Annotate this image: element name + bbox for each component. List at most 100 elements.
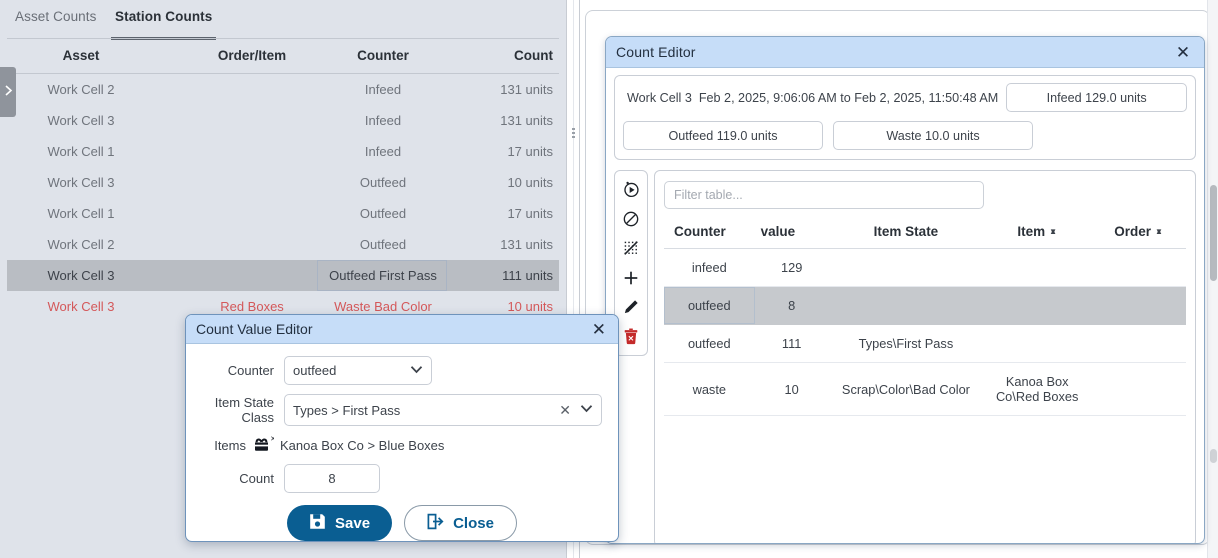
cell-order (1091, 248, 1186, 287)
count-label: Count (239, 471, 274, 486)
table-row-selected[interactable]: outfeed 8 (664, 286, 1186, 325)
table-row[interactable]: Work Cell 3 Outfeed 10 units (7, 167, 559, 198)
summary-asset-range: Work Cell 3 Feb 2, 2025, 9:06:06 AM to F… (623, 91, 998, 105)
cell-value: 129 (754, 248, 829, 287)
infeed-total-button[interactable]: Infeed 129.0 units (1006, 83, 1187, 112)
table-header-row: Asset Order/Item Counter Count (7, 39, 559, 74)
chevron-right-icon (4, 84, 13, 100)
count-editor-body: Work Cell 3 Feb 2, 2025, 9:06:06 AM to F… (606, 68, 1204, 543)
table-row[interactable]: Work Cell 3 Infeed 131 units (7, 105, 559, 136)
clear-icon[interactable]: ✕ (550, 402, 580, 419)
items-remove-icon[interactable]: ✕ (246, 435, 280, 455)
scrollbar-thumb-secondary[interactable] (1210, 449, 1217, 463)
cell-counter: Infeed (364, 113, 402, 128)
cell-count: 111 units (502, 268, 553, 283)
count-value-editor-title: Count Value Editor (196, 321, 313, 337)
save-button-label: Save (335, 514, 371, 532)
count-input[interactable] (284, 464, 380, 493)
field-row-items: Items ✕ Kanoa Box Co > Blue Boxes (200, 435, 604, 455)
count-value-editor-body: Counter outfeed Item State Class Types >… (186, 344, 618, 541)
item-state-class-select[interactable]: Types > First Pass ✕ (284, 394, 602, 426)
cell-item-state (828, 286, 984, 325)
close-icon[interactable]: ✕ (1172, 41, 1194, 63)
ban-icon[interactable] (620, 210, 642, 229)
summary-row-bottom: Outfeed 119.0 units Waste 10.0 units (623, 121, 1187, 150)
filter-input[interactable] (664, 181, 984, 209)
column-header-item[interactable]: Item ▲ ▼ (983, 218, 1092, 249)
cell-counter: Infeed (364, 144, 402, 159)
svg-text:✕: ✕ (628, 334, 634, 343)
table-row-selected[interactable]: Work Cell 3 Outfeed First Pass 111 units (7, 260, 559, 291)
trash-x-icon[interactable]: ✕ (620, 328, 642, 347)
column-header-count[interactable]: Count (447, 39, 559, 74)
column-header-counter[interactable]: Counter (664, 218, 755, 249)
dialog-button-row: Save Close (200, 505, 604, 541)
count-editor-titlebar[interactable]: Count Editor ✕ (606, 37, 1204, 68)
column-header-counter[interactable]: Counter (317, 39, 447, 74)
count-summary-card: Work Cell 3 Feb 2, 2025, 9:06:06 AM to F… (614, 75, 1196, 160)
tab-asset-counts[interactable]: Asset Counts (11, 7, 101, 38)
cell-asset: Work Cell 3 (47, 299, 115, 314)
page-scrollbar[interactable] (1207, 0, 1218, 558)
cell-counter: outfeed (664, 324, 755, 363)
tab-station-counts[interactable]: Station Counts (111, 7, 217, 40)
cell-counter: waste (664, 362, 755, 416)
column-header-order-item[interactable]: Order/Item (187, 39, 317, 74)
table-row[interactable]: infeed 129 (664, 248, 1186, 287)
sidebar-expand-handle[interactable] (0, 67, 16, 117)
cell-item-state (828, 248, 984, 287)
items-value: Kanoa Box Co > Blue Boxes (280, 437, 445, 453)
summary-row-top: Work Cell 3 Feb 2, 2025, 9:06:06 AM to F… (623, 83, 1187, 112)
count-editor-title: Count Editor (616, 44, 696, 60)
pencil-icon[interactable] (620, 298, 642, 317)
counter-label: Counter (227, 363, 274, 378)
clear-selection-icon[interactable] (620, 239, 642, 258)
table-row[interactable]: Work Cell 2 Infeed 131 units (7, 74, 559, 106)
waste-total-button[interactable]: Waste 10.0 units (833, 121, 1033, 150)
cell-order (187, 198, 317, 229)
play-circle-icon[interactable] (620, 180, 642, 199)
table-row[interactable]: outfeed 111 Types\First Pass (664, 324, 1186, 363)
count-value-editor-titlebar[interactable]: Count Value Editor ✕ (186, 315, 618, 344)
save-disk-icon (309, 513, 326, 534)
table-row[interactable]: Work Cell 1 Infeed 17 units (7, 136, 559, 167)
summary-range: Feb 2, 2025, 9:06:06 AM to Feb 2, 2025, … (698, 90, 999, 105)
cell-count: 17 units (507, 206, 553, 221)
table-row[interactable]: Work Cell 1 Outfeed 17 units (7, 198, 559, 229)
column-header-item-label: Item (1017, 224, 1046, 239)
chevron-down-icon (580, 404, 593, 416)
cell-asset: Work Cell 2 (47, 237, 115, 252)
cell-value: 8 (754, 286, 829, 325)
field-row-item-state: Item State Class Types > First Pass ✕ (200, 394, 604, 426)
splitter-grip[interactable] (572, 128, 575, 138)
column-header-item-state[interactable]: Item State (828, 218, 984, 249)
cell-order (187, 167, 317, 198)
outfeed-total-button[interactable]: Outfeed 119.0 units (623, 121, 823, 150)
table-row[interactable]: Work Cell 2 Outfeed 131 units (7, 229, 559, 260)
cell-order (187, 105, 317, 136)
close-icon[interactable]: ✕ (590, 321, 608, 338)
table-row[interactable]: waste 10 Scrap\Color\Bad Color Kanoa Box… (664, 362, 1186, 416)
cell-asset: Work Cell 3 (47, 175, 115, 190)
count-value-editor-dialog: Count Value Editor ✕ Counter outfeed Ite… (185, 314, 619, 542)
cell-counter: Outfeed First Pass (317, 260, 447, 291)
count-values-card: Counter value Item State Item ▲▼ (654, 170, 1196, 543)
column-header-asset[interactable]: Asset (7, 39, 187, 74)
cell-value: 10 (754, 362, 829, 416)
close-button[interactable]: Close (404, 505, 517, 541)
plus-icon[interactable] (620, 269, 642, 288)
column-header-value[interactable]: value (754, 218, 829, 249)
save-button[interactable]: Save (287, 505, 393, 541)
cell-item-state: Types\First Pass (828, 324, 984, 363)
counter-select[interactable]: outfeed (284, 356, 432, 385)
cell-counter: Outfeed (359, 206, 407, 221)
cell-order (187, 229, 317, 260)
close-button-label: Close (453, 514, 494, 532)
scrollbar-thumb[interactable] (1210, 185, 1217, 281)
app-root: Asset Counts Station Counts Asset Order/… (0, 0, 1218, 558)
column-header-order[interactable]: Order ▲ ▼ (1091, 218, 1186, 249)
cell-counter: Infeed (364, 82, 402, 97)
cell-item (983, 286, 1092, 325)
cell-count: 17 units (507, 144, 553, 159)
chevron-down-icon (410, 365, 423, 377)
